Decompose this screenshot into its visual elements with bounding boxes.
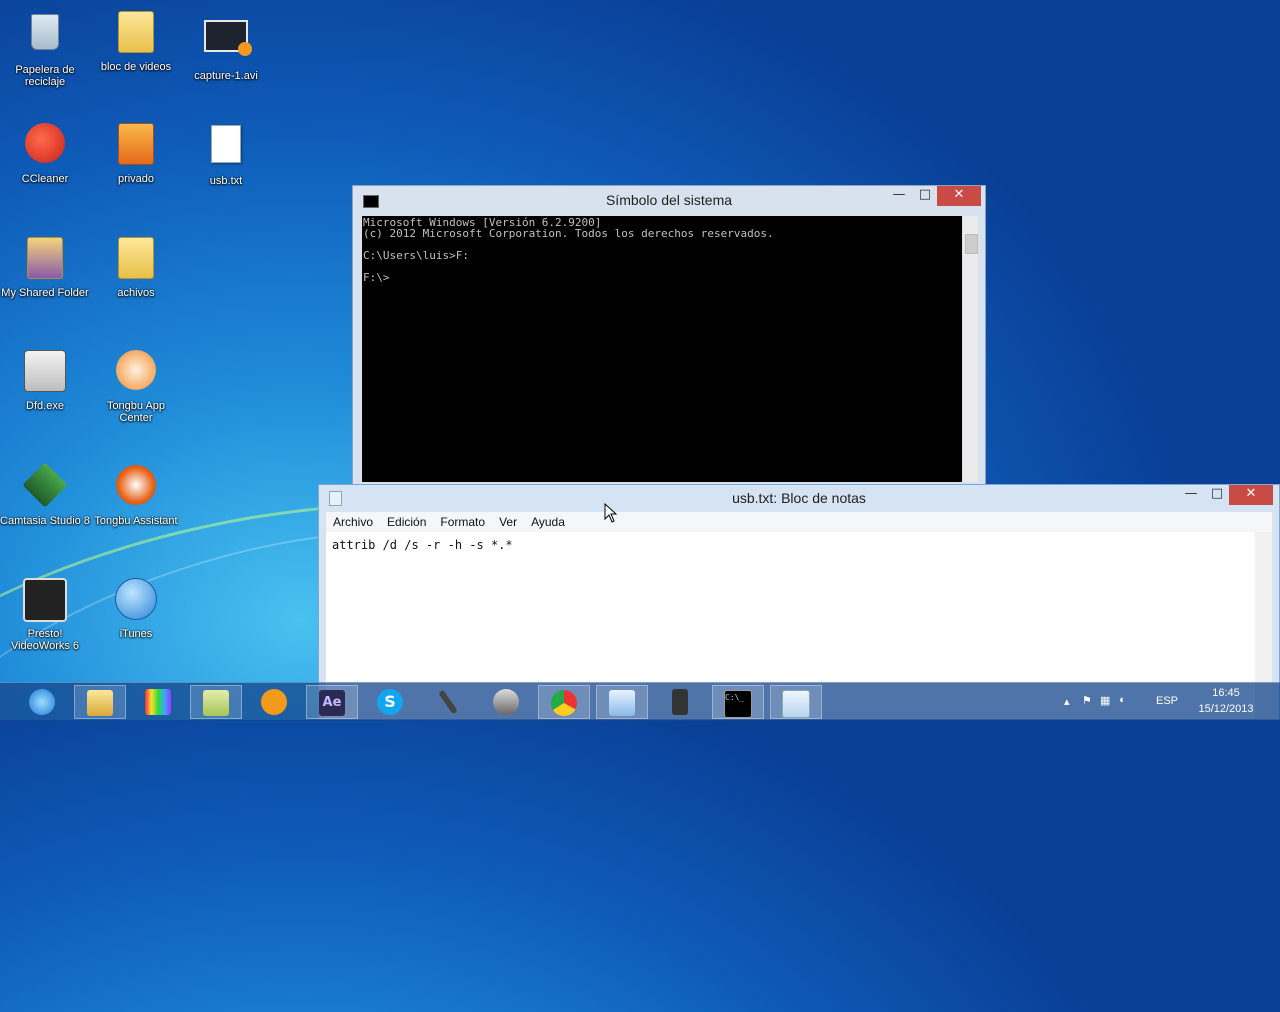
taskbar-file-explorer[interactable] <box>74 685 126 719</box>
itunes-icon <box>113 578 159 624</box>
media-app-icon <box>145 689 171 715</box>
camtasia-icon <box>22 462 68 511</box>
desktop-icon-tongbu-app-center[interactable]: Tongbu App Center <box>91 347 181 424</box>
taskbar-control-panel[interactable] <box>596 685 648 719</box>
internet-explorer-icon <box>29 689 55 715</box>
menu-ver[interactable]: Ver <box>492 512 524 529</box>
cmd-minimize-button[interactable]: — <box>885 186 913 206</box>
ccleaner-icon <box>22 123 68 169</box>
menu-archivo[interactable]: Archivo <box>326 512 380 529</box>
folder-icon <box>113 11 159 57</box>
tray-language[interactable]: ESP <box>1156 695 1178 707</box>
desktop-icon-bloc-de-videos[interactable]: bloc de videos <box>91 8 181 73</box>
desktop-icon-privado[interactable]: privado <box>91 120 181 185</box>
desktop-icon-tongbu-assistant[interactable]: Tongbu Assistant <box>91 462 181 527</box>
console-line: (c) 2012 Microsoft Corporation. Todos lo… <box>363 227 774 240</box>
notepad-title: usb.txt: Bloc de notas <box>732 490 866 506</box>
locked-folder-icon <box>113 123 159 169</box>
text-file-icon <box>203 125 249 171</box>
dfd-icon <box>22 350 68 396</box>
tray-speaker-icon[interactable]: ◖ <box>1118 694 1125 706</box>
cmd-console-output[interactable]: Microsoft Windows [Versión 6.2.9200] (c) … <box>362 216 962 482</box>
chrome-icon <box>551 690 577 716</box>
taskbar-chrome[interactable] <box>538 685 590 719</box>
file-explorer-icon <box>87 690 113 716</box>
notes-app-icon <box>203 690 229 716</box>
taskbar-after-effects[interactable]: Ae <box>306 685 358 719</box>
desktop-icon-achivos[interactable]: achivos <box>91 234 181 299</box>
notepad-maximize-button[interactable]: □ <box>1203 485 1231 505</box>
tray-expand-icon[interactable]: ▴ <box>1064 695 1070 708</box>
console-line: C:\Users\luis>F: <box>363 249 469 262</box>
taskbar-cmd[interactable]: C:\_ <box>712 685 764 719</box>
menu-formato[interactable]: Formato <box>433 512 492 529</box>
taskbar-notepad[interactable] <box>770 685 822 719</box>
tray-flag-icon[interactable]: ⚑ <box>1082 694 1092 707</box>
shared-folder-icon <box>22 237 68 283</box>
cmd-title-bar[interactable]: Símbolo del sistema — □ ✕ <box>353 186 985 216</box>
cmd-window[interactable]: Símbolo del sistema — □ ✕ Microsoft Wind… <box>352 185 986 485</box>
video-player-icon <box>261 689 287 715</box>
tongbu-icon <box>113 350 159 396</box>
notepad-icon <box>782 690 810 718</box>
skype-icon: S <box>377 689 403 715</box>
taskbar-microphone[interactable] <box>422 685 474 719</box>
notepad-title-bar[interactable]: usb.txt: Bloc de notas — □ ✕ <box>319 485 1279 511</box>
cmd-scrollbar[interactable] <box>963 216 978 482</box>
taskbar-camera[interactable] <box>654 685 706 719</box>
console-line: F:\> <box>363 271 390 284</box>
tongbu-assistant-icon <box>113 465 159 511</box>
microphone-icon <box>438 689 458 715</box>
notepad-close-button[interactable]: ✕ <box>1229 485 1273 505</box>
desktop-icon-itunes[interactable]: iTunes <box>91 575 181 640</box>
taskbar: Ae S C:\_ ▴ ⚑ ▦ ◖ ESP 16:45 15/12/2013 <box>0 682 1280 721</box>
control-panel-icon <box>609 690 635 716</box>
cmd-close-button[interactable]: ✕ <box>937 186 981 206</box>
taskbar-notes-app[interactable] <box>190 685 242 719</box>
taskbar-skype[interactable]: S <box>364 685 416 719</box>
after-effects-icon: Ae <box>319 690 345 716</box>
mouse-cursor-icon <box>604 503 618 523</box>
desktop-icon-dfd[interactable]: Dfd.exe <box>0 347 90 412</box>
taskbar-media-app[interactable] <box>132 685 184 719</box>
video-file-icon <box>203 20 252 66</box>
notepad-menu-bar: Archivo Edición Formato Ver Ayuda <box>326 512 1272 532</box>
desktop-icon-camtasia[interactable]: Camtasia Studio 8 <box>0 462 90 527</box>
taskbar-video-player[interactable] <box>248 685 300 719</box>
tray-clock-date[interactable]: 15/12/2013 <box>1196 703 1256 715</box>
taskbar-film[interactable] <box>480 685 532 719</box>
notepad-minimize-button[interactable]: — <box>1177 485 1205 505</box>
desktop-icon-usb-txt[interactable]: usb.txt <box>181 120 271 187</box>
cmd-scroll-thumb[interactable] <box>965 234 978 254</box>
menu-ayuda[interactable]: Ayuda <box>524 512 572 529</box>
desktop-icon-recycle-bin[interactable]: Papelera de reciclaje <box>0 8 90 88</box>
desktop-icon-videoworks[interactable]: Presto! VideoWorks 6 <box>0 575 90 652</box>
cmd-maximize-button[interactable]: □ <box>911 186 939 206</box>
desktop-icon-capture-avi[interactable]: capture-1.avi <box>181 8 271 82</box>
desktop-icon-my-shared-folder[interactable]: My Shared Folder <box>0 234 90 299</box>
folder-icon <box>113 237 159 283</box>
taskbar-internet-explorer[interactable] <box>16 685 68 719</box>
tray-network-icon[interactable]: ▦ <box>1100 694 1110 707</box>
videoworks-icon <box>22 578 68 624</box>
cmd-icon: C:\_ <box>724 690 752 718</box>
system-tray: ▴ ⚑ ▦ ◖ ESP 16:45 15/12/2013 <box>1060 683 1280 721</box>
film-icon <box>493 689 519 715</box>
menu-edicion[interactable]: Edición <box>380 512 433 529</box>
desktop-icon-ccleaner[interactable]: CCleaner <box>0 120 90 185</box>
tray-clock-time[interactable]: 16:45 <box>1196 687 1256 699</box>
camera-icon <box>672 689 688 715</box>
recycle-bin-icon <box>22 14 68 60</box>
